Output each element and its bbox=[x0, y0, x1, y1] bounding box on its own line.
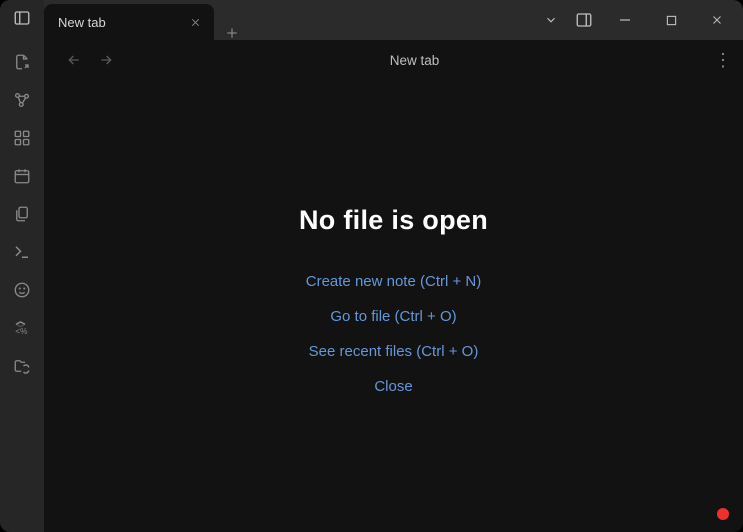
folder-sync-icon bbox=[13, 357, 31, 375]
grid-icon bbox=[13, 129, 31, 147]
templates-button[interactable]: <% bbox=[6, 314, 38, 342]
chevron-down-icon bbox=[544, 13, 558, 27]
template-icon: <% bbox=[13, 319, 31, 337]
recent-files-link[interactable]: See recent files (Ctrl + O) bbox=[309, 343, 479, 360]
calendar-icon bbox=[13, 167, 31, 185]
command-palette-button[interactable] bbox=[6, 238, 38, 266]
daily-note-button[interactable] bbox=[6, 162, 38, 190]
more-vertical-icon: ⋮ bbox=[714, 50, 732, 70]
nav-forward-button[interactable] bbox=[96, 50, 116, 70]
empty-state: No file is open Create new note (Ctrl + … bbox=[44, 80, 743, 532]
emoji-button[interactable] bbox=[6, 276, 38, 304]
graph-icon bbox=[13, 91, 31, 109]
terminal-icon bbox=[13, 243, 31, 261]
tab-strip: New tab bbox=[44, 0, 537, 40]
plus-icon bbox=[225, 26, 239, 40]
canvas-button[interactable] bbox=[6, 124, 38, 152]
folder-sync-button[interactable] bbox=[6, 352, 38, 380]
minimize-icon bbox=[619, 14, 631, 26]
titlebar: New tab bbox=[0, 0, 743, 40]
tab-close-button[interactable] bbox=[186, 13, 204, 31]
arrow-left-icon bbox=[66, 52, 82, 68]
empty-heading: No file is open bbox=[299, 205, 488, 236]
tab-new-tab[interactable]: New tab bbox=[44, 4, 214, 40]
go-to-file-link[interactable]: Go to file (Ctrl + O) bbox=[330, 308, 456, 325]
view-header: New tab ⋮ bbox=[44, 40, 743, 80]
graph-view-button[interactable] bbox=[6, 86, 38, 114]
close-icon bbox=[190, 17, 201, 28]
tab-label: New tab bbox=[58, 15, 106, 30]
record-indicator[interactable] bbox=[717, 508, 729, 520]
main-area: New tab ⋮ No file is open Create new not… bbox=[44, 40, 743, 532]
svg-text:<%: <% bbox=[15, 327, 28, 336]
left-sidebar-toggle[interactable] bbox=[0, 0, 44, 40]
files-icon bbox=[13, 205, 31, 223]
close-icon bbox=[711, 14, 723, 26]
tab-list-button[interactable] bbox=[537, 0, 565, 40]
quick-switcher-button[interactable] bbox=[6, 48, 38, 76]
view-title: New tab bbox=[124, 53, 705, 68]
close-link[interactable]: Close bbox=[374, 378, 412, 395]
maximize-icon bbox=[666, 15, 677, 26]
sidebar-right-icon bbox=[575, 11, 593, 29]
nav-arrows bbox=[54, 50, 116, 70]
window-close-button[interactable] bbox=[695, 0, 739, 40]
nav-back-button[interactable] bbox=[64, 50, 84, 70]
titlebar-right bbox=[537, 0, 743, 40]
ribbon: <% bbox=[0, 40, 44, 532]
window-maximize-button[interactable] bbox=[649, 0, 693, 40]
view-more-button[interactable]: ⋮ bbox=[713, 51, 733, 69]
arrow-right-icon bbox=[98, 52, 114, 68]
smile-icon bbox=[13, 281, 31, 299]
file-arrow-icon bbox=[13, 53, 31, 71]
create-note-link[interactable]: Create new note (Ctrl + N) bbox=[306, 273, 481, 290]
files-button[interactable] bbox=[6, 200, 38, 228]
sidebar-left-icon bbox=[13, 9, 31, 32]
window-minimize-button[interactable] bbox=[603, 0, 647, 40]
new-tab-button[interactable] bbox=[214, 26, 250, 40]
app-window: New tab bbox=[0, 0, 743, 532]
right-sidebar-toggle[interactable] bbox=[567, 0, 601, 40]
